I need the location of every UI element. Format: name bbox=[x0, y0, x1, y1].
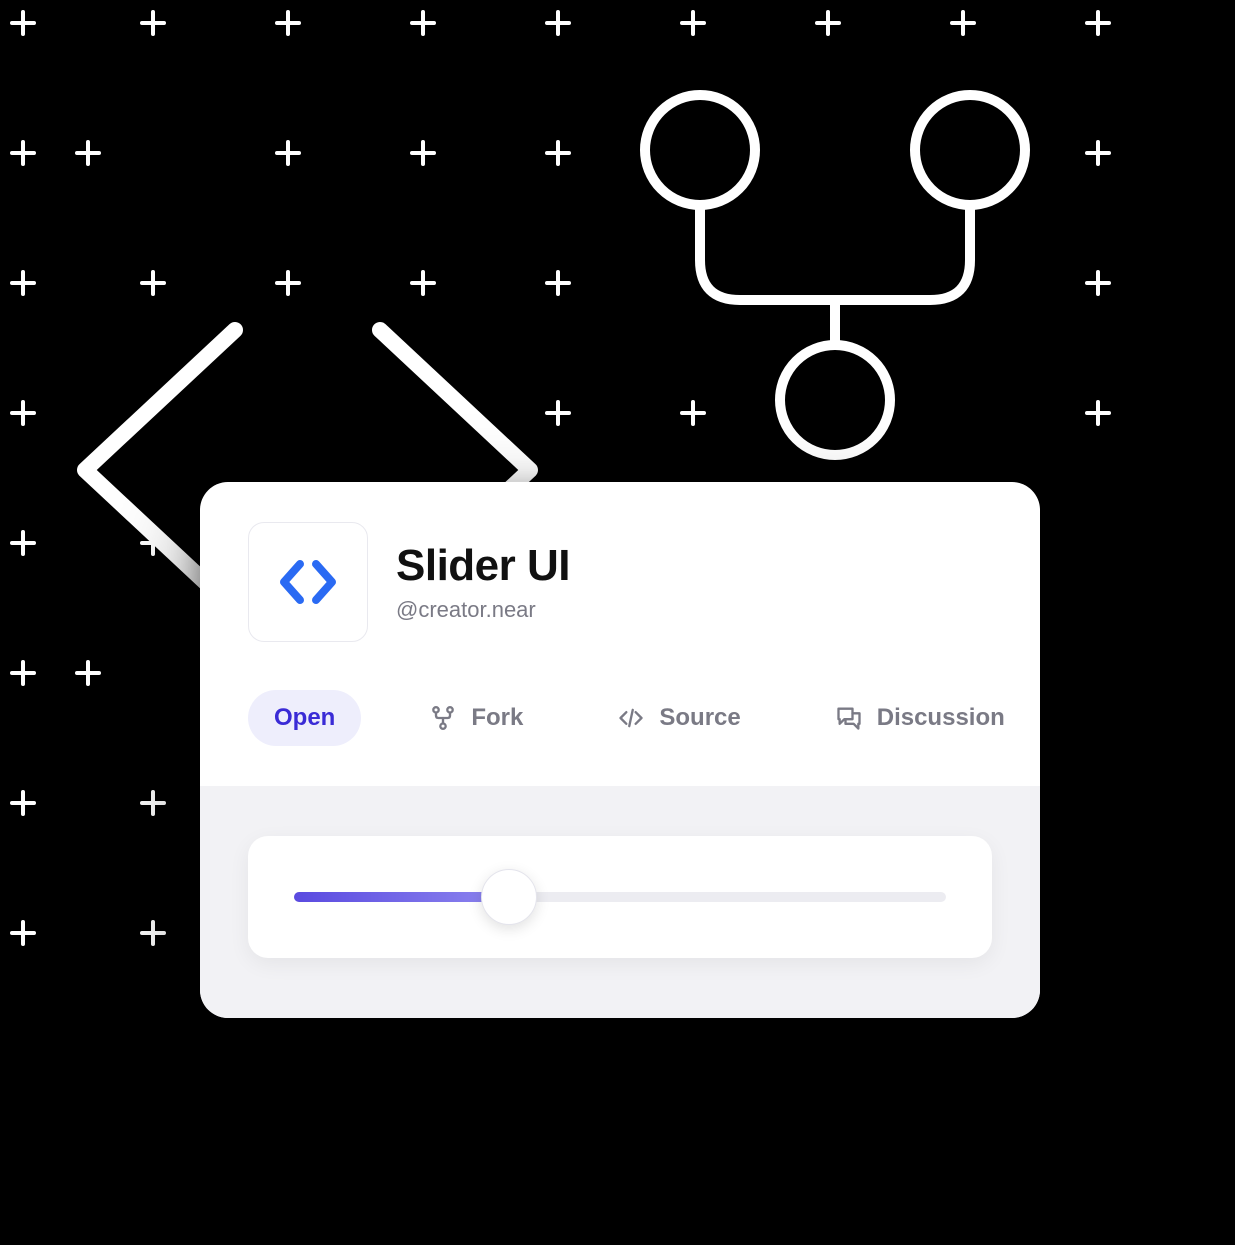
preview-panel bbox=[200, 786, 1040, 1018]
sparkle-icon bbox=[1085, 140, 1111, 166]
sparkle-icon bbox=[950, 10, 976, 36]
sparkle-icon bbox=[10, 270, 36, 296]
slider-fill bbox=[294, 892, 509, 902]
sparkle-icon bbox=[75, 660, 101, 686]
sparkle-icon bbox=[275, 10, 301, 36]
component-card: Slider UI @creator.near Open Fork So bbox=[200, 482, 1040, 1018]
discussion-icon bbox=[835, 704, 863, 732]
sparkle-icon bbox=[545, 10, 571, 36]
sparkle-icon bbox=[410, 140, 436, 166]
sparkle-icon bbox=[140, 270, 166, 296]
component-title-block: Slider UI @creator.near bbox=[396, 541, 570, 623]
code-icon bbox=[276, 550, 340, 614]
action-tabs: Open Fork Source bbox=[200, 672, 1040, 786]
sparkle-icon bbox=[140, 790, 166, 816]
sparkle-icon bbox=[275, 140, 301, 166]
sparkle-icon bbox=[815, 10, 841, 36]
sparkle-icon bbox=[10, 920, 36, 946]
sparkle-icon bbox=[275, 270, 301, 296]
sparkle-icon bbox=[410, 270, 436, 296]
sparkle-icon bbox=[10, 140, 36, 166]
fork-hero-icon bbox=[600, 70, 1080, 490]
sparkle-icon bbox=[75, 140, 101, 166]
component-title: Slider UI bbox=[396, 541, 570, 591]
slider-thumb[interactable] bbox=[481, 869, 537, 925]
sparkle-icon bbox=[680, 10, 706, 36]
tab-fork[interactable]: Fork bbox=[403, 690, 549, 746]
tab-source[interactable]: Source bbox=[591, 690, 766, 746]
sparkle-icon bbox=[410, 10, 436, 36]
tab-discussion[interactable]: Discussion bbox=[809, 690, 1031, 746]
tab-source-label: Source bbox=[659, 704, 740, 732]
sparkle-icon bbox=[10, 790, 36, 816]
fork-icon bbox=[429, 704, 457, 732]
component-creator: @creator.near bbox=[396, 597, 570, 623]
sparkle-icon bbox=[140, 920, 166, 946]
sparkle-icon bbox=[10, 660, 36, 686]
sparkle-icon bbox=[1085, 270, 1111, 296]
slider-track-container[interactable] bbox=[294, 892, 946, 902]
source-icon bbox=[617, 704, 645, 732]
component-avatar bbox=[248, 522, 368, 642]
slider-widget bbox=[248, 836, 992, 958]
tab-fork-label: Fork bbox=[471, 704, 523, 732]
sparkle-icon bbox=[1085, 10, 1111, 36]
tab-open-label: Open bbox=[274, 704, 335, 732]
sparkle-icon bbox=[140, 10, 166, 36]
tab-discussion-label: Discussion bbox=[877, 704, 1005, 732]
sparkle-icon bbox=[545, 140, 571, 166]
sparkle-icon bbox=[10, 10, 36, 36]
tab-open[interactable]: Open bbox=[248, 690, 361, 746]
sparkle-icon bbox=[1085, 400, 1111, 426]
sparkle-icon bbox=[545, 270, 571, 296]
component-header: Slider UI @creator.near bbox=[200, 482, 1040, 672]
